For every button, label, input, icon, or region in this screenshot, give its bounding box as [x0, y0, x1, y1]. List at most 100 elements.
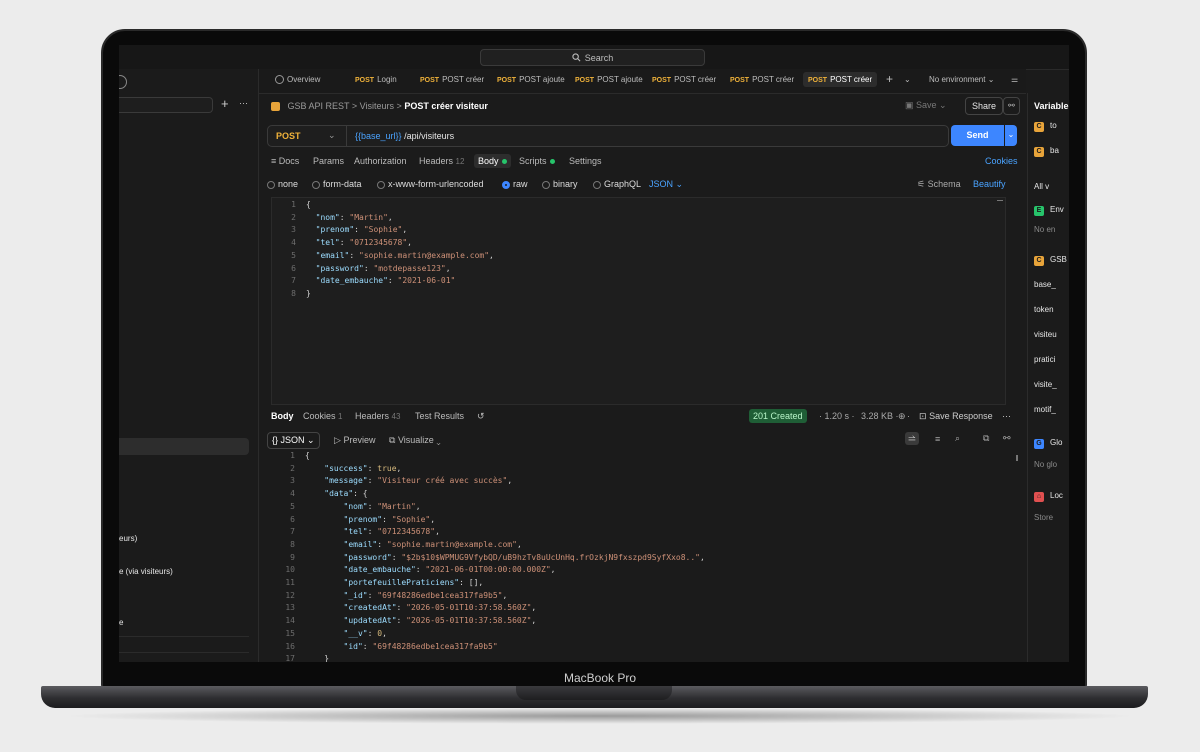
- variable-label: base_: [1034, 280, 1056, 289]
- json-punctuation: [305, 527, 344, 536]
- variable-item[interactable]: visite_: [1034, 380, 1057, 389]
- url-input[interactable]: {{base_url}} /api/visiteurs: [355, 131, 454, 141]
- copy-icon[interactable]: ⧉: [983, 433, 989, 444]
- variable-item[interactable]: token: [1034, 305, 1054, 314]
- tab-docs[interactable]: ≡ Docs: [271, 156, 299, 166]
- json-punctuation: ,: [407, 238, 412, 248]
- variable-item[interactable]: No en: [1034, 225, 1055, 234]
- radio-none[interactable]: none: [267, 179, 298, 189]
- visualize-button[interactable]: ⧉ Visualize ⌄: [389, 435, 441, 446]
- variable-item[interactable]: Cba: [1034, 146, 1059, 157]
- tab-settings[interactable]: Settings: [569, 156, 602, 166]
- editor-scrollbar[interactable]: [997, 200, 1003, 201]
- tab-request-3[interactable]: POST POST ajoute: [497, 75, 565, 84]
- variable-item[interactable]: G Glo: [1034, 438, 1062, 449]
- tab-authorization[interactable]: Authorization: [354, 156, 407, 166]
- variable-item[interactable]: visiteu: [1034, 330, 1057, 339]
- sidebar-item-3[interactable]: e: [119, 618, 123, 627]
- share-button[interactable]: Share: [965, 97, 1003, 115]
- variable-item[interactable]: Store: [1034, 513, 1053, 522]
- tab-body[interactable]: Body: [474, 154, 511, 168]
- sidebar-filter-input[interactable]: [119, 97, 213, 113]
- tab-request-6[interactable]: POST POST créer: [730, 75, 794, 84]
- radio-graphql[interactable]: GraphQL: [593, 179, 641, 189]
- variable-item[interactable]: No glo: [1034, 460, 1057, 469]
- tab-request-active[interactable]: POST POST créer: [803, 72, 878, 87]
- response-tab-cookies[interactable]: Cookies 1: [303, 411, 342, 421]
- variable-item[interactable]: C GSB: [1034, 255, 1067, 266]
- wrap-lines-icon[interactable]: ⥬: [905, 432, 919, 445]
- response-scrollbar[interactable]: [1016, 455, 1018, 461]
- json-punctuation: :: [377, 539, 387, 549]
- raw-format-select[interactable]: JSON ⌄: [649, 179, 683, 190]
- schema-button[interactable]: ⚟ Schema: [917, 179, 961, 190]
- preview-button[interactable]: ▷ Preview: [334, 435, 375, 446]
- link-icon[interactable]: ⚯: [1003, 433, 1011, 444]
- json-punctuation: ,: [382, 628, 387, 638]
- variable-item[interactable]: All v: [1034, 182, 1049, 191]
- sidebar-more-button[interactable]: ···: [239, 98, 248, 108]
- save-response-button[interactable]: ⊡ Save Response: [919, 411, 993, 422]
- variable-label: Loc: [1050, 491, 1063, 500]
- sidebar-add-button[interactable]: +: [221, 96, 229, 111]
- history-icon[interactable]: ↺: [477, 411, 485, 422]
- response-body-code[interactable]: 1{2 "success": true, 3 "message": "Visite…: [271, 450, 1004, 662]
- sidebar-item-2[interactable]: e (via visiteurs): [119, 567, 173, 576]
- globe-icon[interactable]: ⊕: [898, 411, 906, 422]
- tab-request-4[interactable]: POST POST ajoute: [575, 75, 643, 84]
- save-button[interactable]: ▣ Save ⌄: [905, 100, 947, 111]
- tab-overview[interactable]: Overview: [275, 75, 320, 85]
- response-format-select[interactable]: {} JSON ⌄: [267, 432, 320, 449]
- tabs-dropdown-icon[interactable]: ⌄: [904, 75, 911, 84]
- tab-request-1[interactable]: POST Login: [355, 75, 397, 84]
- breadcrumb-separator: >: [396, 101, 402, 111]
- filter-icon[interactable]: ≡: [935, 434, 940, 444]
- environment-settings-icon[interactable]: ⚌: [1011, 75, 1018, 84]
- variable-item[interactable]: pratici: [1034, 355, 1055, 364]
- method-select[interactable]: POST: [276, 131, 301, 141]
- radio-urlencoded[interactable]: x-www-form-urlencoded: [377, 179, 484, 189]
- variable-label: All v: [1034, 182, 1050, 191]
- method-chevron-icon[interactable]: ⌄: [328, 130, 336, 141]
- json-punctuation: :: [367, 501, 378, 511]
- radio-binary[interactable]: binary: [542, 179, 578, 189]
- sidebar-history-icon[interactable]: [119, 75, 127, 89]
- radio-raw[interactable]: raw: [502, 179, 528, 189]
- variable-item[interactable]: base_: [1034, 280, 1056, 289]
- breadcrumb-collection[interactable]: GSB API REST: [288, 101, 350, 111]
- body-indicator: [501, 159, 507, 165]
- search-bar[interactable]: Search: [480, 49, 705, 66]
- variable-item[interactable]: motif_: [1034, 405, 1056, 414]
- cookies-link[interactable]: Cookies: [985, 156, 1018, 166]
- sidebar-item-selected[interactable]: [119, 438, 249, 455]
- tab-request-5[interactable]: POST POST créer: [652, 75, 716, 84]
- response-tab-test-results[interactable]: Test Results: [415, 411, 464, 421]
- variable-label: ba: [1050, 146, 1059, 155]
- sidebar-item-1[interactable]: eurs): [119, 534, 137, 543]
- variable-item[interactable]: E Env: [1034, 205, 1064, 216]
- response-body[interactable]: 1{2 "success": true, 3 "message": "Visite…: [271, 450, 1004, 662]
- tab-headers[interactable]: Headers 12: [419, 156, 464, 166]
- tab-request-2[interactable]: POST POST créer: [420, 75, 484, 84]
- code-line: 1{: [271, 450, 1004, 463]
- response-more-button[interactable]: ···: [1002, 411, 1011, 421]
- variable-item[interactable]: Cto: [1034, 121, 1057, 132]
- tab-params[interactable]: Params: [313, 156, 344, 166]
- radio-form-data[interactable]: form-data: [312, 179, 362, 189]
- json-punctuation: }: [306, 288, 311, 298]
- new-tab-button[interactable]: +: [886, 72, 893, 86]
- search-icon[interactable]: ⌕: [955, 433, 960, 444]
- beautify-button[interactable]: Beautify: [973, 179, 1006, 189]
- send-button[interactable]: Send: [951, 125, 1004, 146]
- send-options-chevron-icon[interactable]: ⌄: [1005, 125, 1017, 146]
- variable-item[interactable]: ⌂ Loc: [1034, 491, 1063, 502]
- response-tab-headers[interactable]: Headers 43: [355, 411, 400, 421]
- request-body-code[interactable]: 1{2 "nom": "Martin", 3 "prenom": "Sophie"…: [272, 198, 1005, 301]
- breadcrumb-folder[interactable]: Visiteurs: [360, 101, 394, 111]
- tab-scripts[interactable]: Scripts: [519, 156, 555, 166]
- response-tab-body[interactable]: Body: [271, 411, 294, 421]
- request-body-editor[interactable]: 1{2 "nom": "Martin", 3 "prenom": "Sophie"…: [271, 197, 1006, 405]
- link-icon[interactable]: ⚯: [1003, 97, 1020, 115]
- json-punctuation: :: [382, 514, 392, 524]
- environment-selector[interactable]: No environment ⌄: [929, 75, 994, 84]
